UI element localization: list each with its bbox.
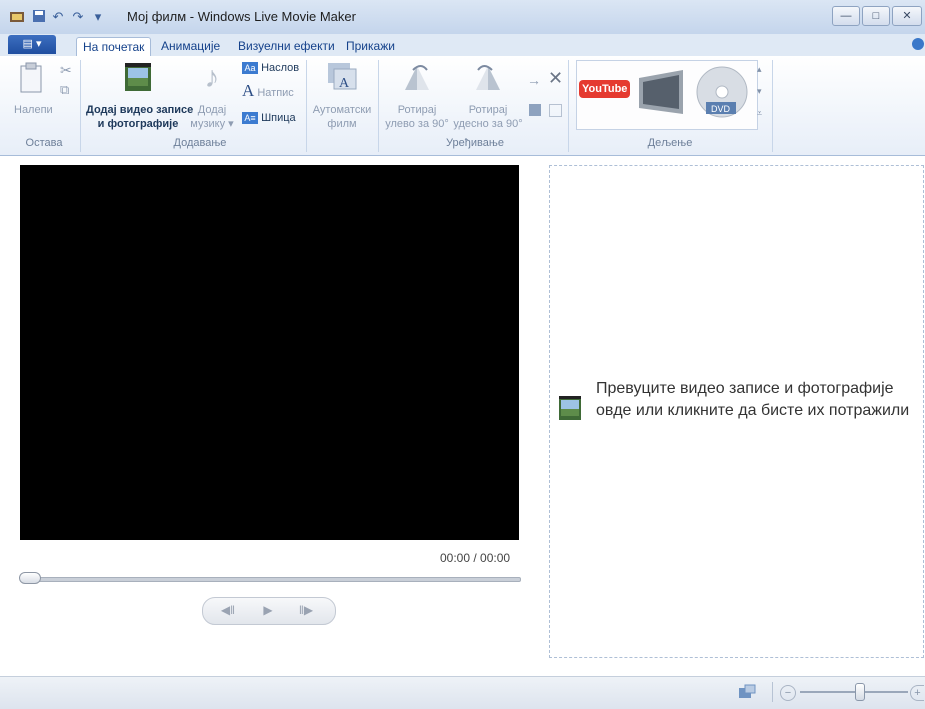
gallery-scroll-up-icon[interactable]: ▴ (757, 64, 762, 75)
gallery-scroll-down-icon[interactable]: ▾ (757, 86, 762, 97)
close-button[interactable]: ✕ (892, 6, 922, 26)
pointer-arrow-icon[interactable]: → (527, 72, 541, 88)
window-title: Мој филм - Windows Live Movie Maker (127, 9, 356, 24)
minimize-button[interactable]: — (832, 6, 860, 26)
save-icon[interactable] (31, 9, 47, 25)
seek-thumb[interactable] (19, 572, 41, 584)
group-clipboard-label: Остава (25, 137, 63, 149)
group-sharing-label: Дељење (647, 137, 693, 149)
music-note-icon: ♪ (204, 61, 220, 94)
ribbon-separator (772, 60, 773, 152)
add-music-button[interactable]: ♪ Додај музику ▾ (190, 60, 234, 131)
zoom-slider[interactable] (800, 691, 908, 693)
ribbon-separator (378, 60, 379, 152)
rotate-left-button[interactable]: Ротирај улево за 90° (380, 60, 454, 131)
automovie-icon: A (328, 63, 357, 91)
zoom-out-icon[interactable]: − (780, 685, 796, 701)
tab-view[interactable]: Прикажи (340, 37, 401, 57)
dvd-label: DVD (711, 104, 731, 114)
credits-button[interactable]: A≡ Шпица (242, 111, 296, 125)
ribbon-separator (568, 60, 569, 152)
zoom-slider-thumb[interactable] (855, 683, 866, 701)
youtube-share-button[interactable]: YouTube (579, 80, 631, 102)
add-videos-button[interactable]: Додај видео записе и фотографије (86, 60, 194, 131)
rotate-right-button[interactable]: Ротирај удесно за 90° (450, 60, 526, 131)
zoom-in-icon[interactable]: + (910, 685, 924, 701)
previous-frame-button[interactable]: ◀‖ (212, 600, 244, 620)
paste-button[interactable]: Налепи (14, 62, 53, 117)
tv-share-button[interactable] (635, 68, 689, 120)
remove-icon[interactable]: ✕ (548, 68, 563, 89)
minimize-icon: — (840, 10, 852, 22)
group-editing-label: Уређивање (446, 137, 504, 149)
gallery-more-icon[interactable]: ⩡ (757, 108, 762, 119)
selection-icon[interactable] (549, 104, 562, 117)
clipboard-icon (20, 62, 42, 93)
tab-animations[interactable]: Анимације (155, 37, 226, 57)
credits-icon: A≡ (242, 112, 258, 124)
timecode: 00:00 / 00:00 (440, 551, 511, 565)
add-videos-label-1: Додај видео записе (86, 104, 194, 116)
play-button[interactable]: ▶ (252, 600, 284, 620)
automovie-label-1: Аутоматски (312, 104, 372, 116)
undo-icon[interactable]: ↶ (50, 9, 66, 25)
copy-icon[interactable]: ⧉ (60, 82, 69, 98)
dvd-icon: DVD (696, 66, 748, 118)
add-music-label-2: музику ▾ (190, 118, 234, 130)
next-frame-icon: ‖▶ (298, 603, 314, 617)
play-icon: ▶ (263, 603, 273, 617)
add-videos-label-2: и фотографије (97, 118, 179, 130)
tab-visual-effects[interactable]: Визуелни ефекти (232, 37, 341, 57)
caption-icon: A (242, 81, 255, 100)
customize-dropdown-icon[interactable]: ▾ (90, 9, 106, 25)
close-icon: ✕ (902, 10, 912, 22)
cut-icon[interactable]: ✂ (60, 62, 72, 79)
group-add-label: Додавање (173, 137, 227, 149)
maximize-icon: □ (872, 10, 880, 22)
title-icon: Aa (242, 62, 258, 74)
ribbon-separator (306, 60, 307, 152)
tv-icon (639, 70, 683, 114)
automovie-label-2: филм (327, 118, 357, 130)
maximize-button[interactable]: □ (862, 6, 890, 26)
title-button[interactable]: Aa Наслов (242, 61, 299, 75)
thumbnail-size-icon[interactable] (738, 684, 756, 703)
storyboard-hint[interactable]: Превуците видео записе и фотографије овд… (596, 378, 921, 422)
credits-label: Шпица (261, 112, 296, 124)
film-photo-icon (125, 63, 151, 91)
ribbon-separator (80, 60, 81, 152)
svg-text:A: A (339, 76, 350, 91)
tab-home[interactable]: На почетак (76, 37, 152, 58)
rotate-left-icon (405, 65, 429, 90)
rotate-right-icon (476, 65, 500, 90)
rotate-right-label-1: Ротирај (468, 104, 508, 116)
automovie-button[interactable]: A Аутоматски филм (310, 60, 374, 131)
seek-bar[interactable] (22, 577, 521, 582)
redo-icon[interactable]: ↷ (70, 9, 86, 25)
rotate-right-label-2: удесно за 90° (453, 118, 523, 130)
dvd-share-button[interactable]: DVD (694, 64, 750, 120)
add-media-icon (557, 394, 585, 425)
rotate-left-label-2: улево за 90° (385, 118, 449, 130)
app-menu-button[interactable]: ▤ ▾ (8, 35, 56, 54)
paste-label: Налепи (14, 104, 53, 116)
previous-frame-icon: ◀‖ (220, 603, 236, 617)
video-preview[interactable] (20, 165, 519, 540)
rotate-left-label-1: Ротирај (397, 104, 437, 116)
youtube-icon: YouTube (579, 80, 631, 98)
caption-label: Натпис (257, 87, 294, 99)
status-separator (772, 682, 773, 702)
help-icon[interactable] (912, 38, 924, 50)
caption-button[interactable]: A Натпис (242, 81, 294, 100)
add-music-label-1: Додај (197, 104, 227, 116)
select-all-icon[interactable] (529, 104, 541, 116)
title-label: Наслов (261, 62, 300, 74)
app-icon[interactable] (9, 9, 25, 25)
next-frame-button[interactable]: ‖▶ (290, 600, 322, 620)
